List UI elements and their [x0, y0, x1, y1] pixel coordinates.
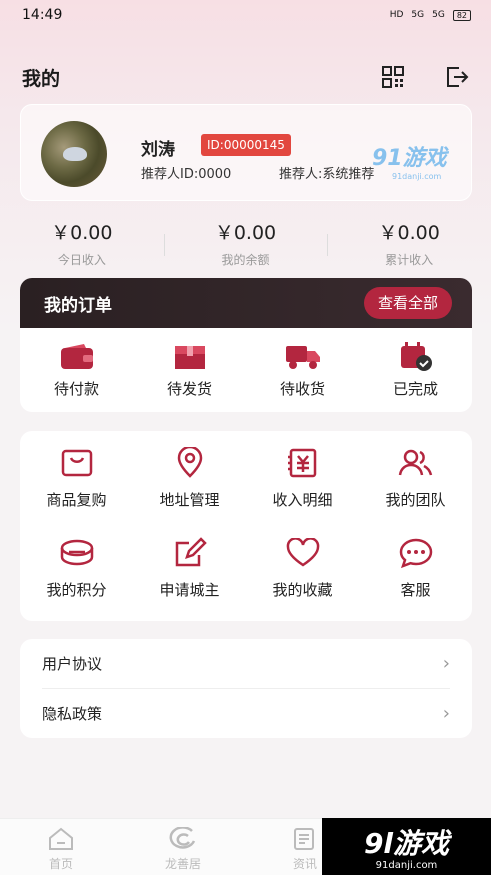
tool-customer-service[interactable]: 客服 [359, 535, 472, 625]
order-label: 待发货 [166, 379, 212, 398]
completed-icon [359, 341, 472, 372]
battery-icon: 82 [452, 9, 471, 21]
tab-longshanju[interactable]: 龙善居 [122, 819, 244, 875]
home-icon [0, 827, 122, 851]
order-pending-payment[interactable]: 待付款 [20, 342, 133, 399]
tool-income-detail[interactable]: 收入明细 [246, 445, 359, 535]
stat-label: 我的余额 [221, 253, 270, 267]
logout-icon[interactable] [444, 64, 470, 90]
tool-label: 我的收藏 [272, 581, 333, 599]
tab-home[interactable]: 首页 [0, 819, 122, 875]
user-agreement-link[interactable]: 用户协议 › [42, 639, 450, 688]
stat-balance[interactable]: ￥0.00 我的余额 [163, 218, 328, 274]
watermark-logo-top: 91游戏 91danji.com [372, 146, 447, 181]
id-badge: ID:00000145 [201, 134, 291, 156]
view-all-button[interactable]: 查看全部 [363, 287, 452, 319]
tool-label: 商品复购 [46, 491, 107, 509]
status-bar: 14:49 HD 5G 5G 82 [0, 0, 491, 30]
orders-header: 我的订单 查看全部 [20, 278, 472, 328]
order-completed[interactable]: 已完成 [359, 341, 472, 399]
tool-my-points[interactable]: 我的积分 [20, 535, 133, 625]
status-time: 14:49 [22, 7, 63, 23]
referrer-name: 推荐人:系统推荐 [279, 167, 375, 182]
privacy-policy-link[interactable]: 隐私政策 › [42, 688, 450, 737]
tool-label: 我的团队 [385, 491, 446, 509]
signal-icon-2: 5G [432, 10, 445, 20]
brand-icon [122, 827, 244, 851]
order-label: 待付款 [53, 379, 99, 398]
edit-icon [133, 535, 246, 571]
order-pending-receipt[interactable]: 待收货 [246, 342, 359, 399]
watermark-logo-bottom: 9l游戏 91danji.com [322, 818, 491, 875]
links-card: 用户协议 › 隐私政策 › [20, 639, 472, 738]
link-label: 隐私政策 [42, 704, 103, 723]
qr-code-icon[interactable] [380, 64, 406, 90]
tool-label: 申请城主 [159, 581, 220, 599]
orders-title: 我的订单 [44, 295, 112, 316]
avatar[interactable] [41, 121, 107, 187]
hd-icon: HD [389, 10, 404, 20]
chevron-right-icon: › [442, 702, 450, 724]
heart-icon [246, 535, 359, 571]
income-icon [246, 445, 359, 481]
stat-total-income[interactable]: ￥0.00 累计收入 [327, 218, 491, 274]
order-pending-shipment[interactable]: 待发货 [133, 342, 246, 399]
team-icon [359, 445, 472, 481]
tab-label: 龙善居 [164, 857, 201, 871]
stats-row: ￥0.00 今日收入 ￥0.00 我的余额 ￥0.00 累计收入 [0, 218, 491, 274]
truck-icon [246, 342, 359, 372]
stat-today-income[interactable]: ￥0.00 今日收入 [0, 218, 164, 274]
page-title: 我的 [22, 67, 61, 90]
box-icon [133, 342, 246, 372]
signal-icon: 5G [411, 10, 425, 20]
tool-label: 我的积分 [46, 581, 107, 599]
orders-card: 我的订单 查看全部 待付款 待发货 待收货 已完成 [20, 278, 472, 412]
user-name: 刘涛 [141, 140, 175, 160]
stat-label: 今日收入 [57, 253, 106, 267]
tool-repurchase[interactable]: 商品复购 [20, 445, 133, 535]
location-icon [133, 445, 246, 481]
chevron-right-icon: › [442, 653, 450, 674]
tool-label: 客服 [400, 581, 431, 599]
tool-my-team[interactable]: 我的团队 [359, 445, 472, 535]
tool-label: 收入明细 [272, 491, 333, 509]
tool-address[interactable]: 地址管理 [133, 445, 246, 535]
tool-my-favorites[interactable]: 我的收藏 [246, 535, 359, 625]
stat-value: ￥0.00 [378, 222, 440, 244]
tab-label: 首页 [48, 857, 73, 871]
referrer-id: 推荐人ID:0000 [141, 167, 232, 182]
chat-icon [359, 535, 472, 571]
tool-apply-city-owner[interactable]: 申请城主 [133, 535, 246, 625]
link-label: 用户协议 [42, 655, 103, 673]
points-icon [20, 535, 133, 571]
stat-label: 累计收入 [385, 253, 434, 267]
repurchase-icon [20, 445, 133, 481]
tools-card: 商品复购 地址管理 收入明细 我的团队 我的积分 申请城主 我的收藏 客服 [20, 431, 472, 621]
order-label: 已完成 [392, 379, 438, 398]
order-label: 待收货 [279, 379, 325, 398]
tool-label: 地址管理 [159, 491, 220, 509]
title-row: 我的 [22, 62, 470, 92]
stat-value: ￥0.00 [214, 222, 277, 244]
wallet-icon [20, 342, 133, 372]
stat-value: ￥0.00 [51, 222, 113, 244]
